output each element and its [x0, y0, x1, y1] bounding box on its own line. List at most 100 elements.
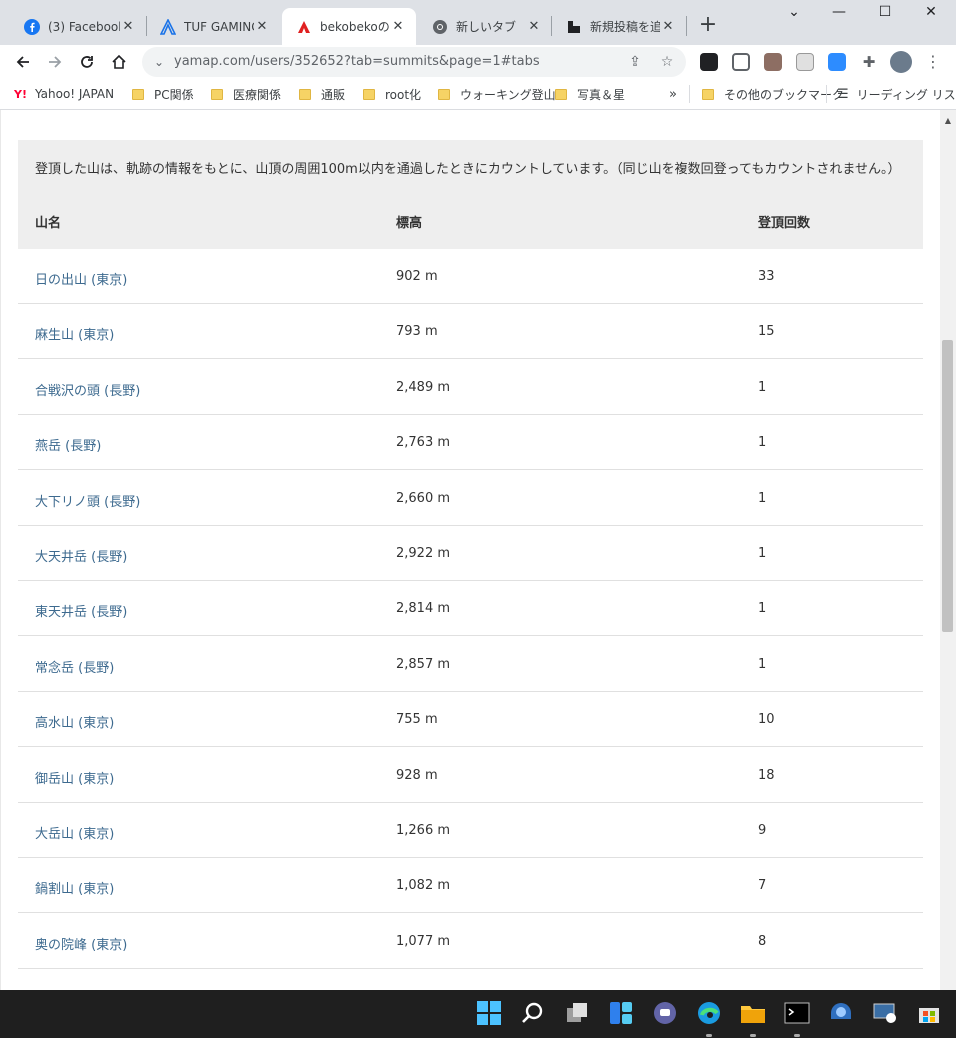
tab-facebook[interactable]: (3) Facebook ✕: [10, 8, 146, 45]
search-button[interactable]: [520, 1000, 546, 1026]
bookmark-walking[interactable]: ウォーキング登山: [438, 86, 556, 102]
summit-name-link[interactable]: 日の出山 (東京): [35, 269, 127, 288]
summit-name-link[interactable]: 東天井岳 (長野): [35, 601, 127, 620]
windows-logo-icon: [477, 1001, 501, 1025]
maximize-button[interactable]: ☐: [862, 4, 908, 28]
folder-icon: [741, 1006, 765, 1023]
table-row: 東天井岳 (長野) 2,814 m 1: [18, 581, 923, 637]
summit-elevation: 2,922 m: [396, 546, 451, 561]
close-window-button[interactable]: ✕: [908, 4, 954, 28]
bookmark-label: root化: [385, 87, 422, 102]
table-row: 大岳山 (東京) 1,266 m 9: [18, 803, 923, 858]
bookmark-other[interactable]: その他のブックマーク: [702, 86, 844, 102]
zoom-extension-icon[interactable]: [828, 53, 846, 71]
new-tab-button[interactable]: +: [697, 14, 719, 36]
tab-tuf-gaming[interactable]: TUF GAMING ✕: [146, 8, 280, 45]
tab-new-post[interactable]: 新規投稿を追 ✕: [552, 8, 686, 45]
summit-elevation: 1,082 m: [396, 878, 451, 894]
summit-name-link[interactable]: 常念岳 (長野): [35, 657, 114, 676]
close-tab-icon[interactable]: ✕: [254, 19, 270, 34]
bookmark-pc[interactable]: PC関係: [132, 86, 194, 102]
reload-icon: [81, 56, 93, 68]
summit-name-link[interactable]: 麻生山 (東京): [35, 324, 114, 343]
table-row: 日の出山 (東京) 902 m 33: [18, 249, 923, 304]
forward-button[interactable]: [42, 49, 68, 75]
home-icon: [112, 54, 126, 69]
summit-count: 10: [758, 712, 775, 728]
summit-name-link[interactable]: 合戦沢の頭 (長野): [35, 380, 140, 399]
summit-name-link[interactable]: 奥の院峰 (東京): [35, 934, 127, 953]
reading-list-button[interactable]: ☰ リーディング リスト: [837, 86, 956, 102]
file-explorer-button[interactable]: [740, 1000, 766, 1026]
screen-extension-icon[interactable]: [796, 53, 814, 71]
tab-title: 新しいタブ: [456, 20, 517, 34]
tab-new-tab[interactable]: 新しいタブ ✕: [418, 8, 552, 45]
bookmark-photo[interactable]: 写真＆星: [555, 86, 625, 102]
profile-avatar[interactable]: [890, 51, 912, 73]
close-tab-icon[interactable]: ✕: [660, 19, 676, 34]
summits-table-header: 登頂した山は、軌跡の情報をもとに、山頂の周囲100m以内を通過したときにカウント…: [18, 140, 923, 249]
reload-button[interactable]: [74, 49, 100, 75]
tab-title: bekobekoの登: [320, 20, 390, 34]
summit-name-link[interactable]: 大天井岳 (長野): [35, 546, 127, 565]
summit-name-link[interactable]: 鍋割山 (東京): [35, 878, 114, 897]
bookmark-yahoo[interactable]: Y! Yahoo! JAPAN: [14, 86, 114, 102]
bookmark-label: PC関係: [154, 87, 194, 102]
tab-bekobeko[interactable]: bekobekoの登 ✕: [282, 8, 416, 45]
app-button[interactable]: [828, 1000, 854, 1026]
widgets-button[interactable]: [608, 1000, 634, 1026]
summit-name-link[interactable]: 大下リノ頭 (長野): [35, 491, 140, 510]
site-info-icon[interactable]: ⌄: [150, 53, 168, 71]
chat-extension-icon[interactable]: [732, 53, 750, 71]
summits-note: 登頂した山は、軌跡の情報をもとに、山頂の周囲100m以内を通過したときにカウント…: [35, 162, 901, 177]
summit-count: 7: [758, 878, 767, 894]
summit-name-link[interactable]: 大岳山 (東京): [35, 823, 114, 842]
running-indicator: [706, 1034, 712, 1037]
page-content: 登頂した山は、軌跡の情報をもとに、山頂の周囲100m以内を通過したときにカウント…: [0, 110, 941, 990]
bookmark-label: ウォーキング登山: [460, 87, 556, 102]
minimize-button[interactable]: —: [816, 4, 862, 28]
summit-name-link[interactable]: 高水山 (東京): [35, 712, 114, 731]
bookmark-root[interactable]: root化: [363, 86, 421, 102]
summit-name-link[interactable]: 御岳山 (東京): [35, 768, 114, 787]
summit-count: 15: [758, 324, 775, 340]
start-button[interactable]: [476, 1000, 502, 1026]
bookmarks-overflow-button[interactable]: »: [669, 86, 677, 102]
network-app-button[interactable]: [872, 1000, 898, 1026]
close-tab-icon[interactable]: ✕: [526, 19, 542, 34]
task-view-button[interactable]: [564, 1000, 590, 1026]
task-view-icon: [567, 1003, 587, 1022]
summit-name-link[interactable]: 燕岳 (長野): [35, 435, 101, 454]
extension-icon[interactable]: [700, 53, 718, 71]
address-bar[interactable]: ⌄ yamap.com/users/352652?tab=summits&pag…: [142, 47, 686, 77]
table-row: 高水山 (東京) 755 m 10: [18, 692, 923, 748]
summit-count: 8: [758, 933, 767, 949]
tab-separator: [686, 16, 687, 36]
terminal-button[interactable]: [784, 1000, 810, 1026]
teams-chat-button[interactable]: [652, 1000, 678, 1026]
home-button[interactable]: [106, 49, 132, 75]
summit-count: 33: [758, 269, 775, 284]
bookmark-star-icon[interactable]: ☆: [658, 53, 676, 71]
edge-button[interactable]: [696, 1000, 722, 1026]
summit-elevation: 1,077 m: [396, 933, 451, 949]
extensions-puzzle-icon[interactable]: ✚: [860, 53, 878, 71]
share-icon[interactable]: ⇪: [626, 53, 644, 71]
scrollbar-thumb[interactable]: [942, 340, 953, 632]
scroll-up-arrow-icon[interactable]: ▲: [940, 116, 956, 125]
back-button[interactable]: [10, 49, 36, 75]
column-header-count: 登頂回数: [758, 216, 811, 231]
bookmark-medical[interactable]: 医療関係: [211, 86, 281, 102]
close-tab-icon[interactable]: ✕: [120, 19, 136, 34]
menu-kebab-icon[interactable]: ⋮: [924, 53, 942, 71]
close-tab-icon[interactable]: ✕: [390, 19, 406, 34]
store-icon: [919, 1008, 939, 1023]
tab-search-icon[interactable]: ⌄: [771, 4, 817, 28]
network-icon: [873, 1003, 896, 1023]
store-button[interactable]: [916, 1000, 942, 1026]
camera-extension-icon[interactable]: [764, 53, 782, 71]
summit-elevation: 2,763 m: [396, 435, 451, 451]
bookmark-shopping[interactable]: 通販: [299, 86, 345, 102]
url-text[interactable]: yamap.com/users/352652?tab=summits&page=…: [174, 54, 540, 69]
vertical-scrollbar[interactable]: ▲: [940, 110, 956, 990]
